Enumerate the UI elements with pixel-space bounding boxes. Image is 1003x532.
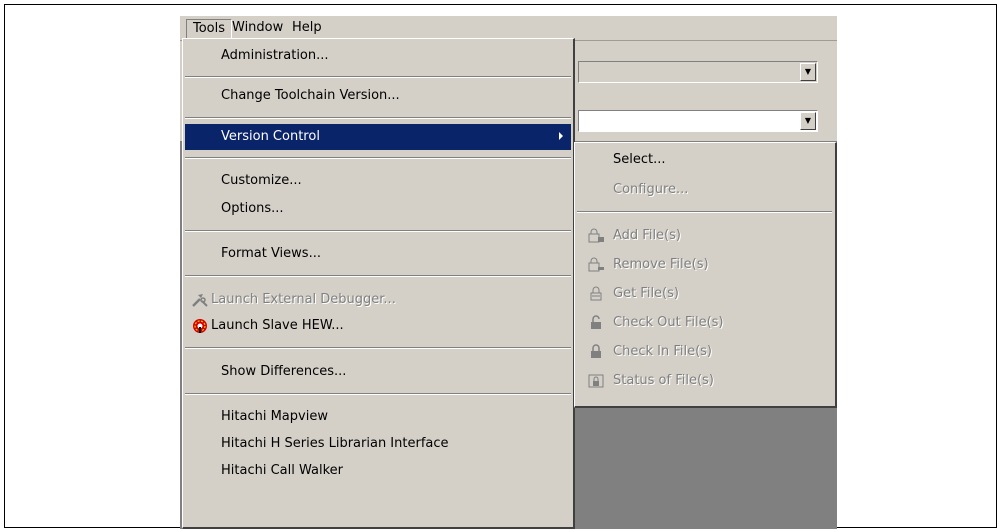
version-control-submenu: Select... Configure... Add File(s) Remov… [574,142,837,408]
menu-separator [185,117,571,119]
session-combo[interactable]: ▼ [578,110,818,132]
submenu-item-label: Select... [613,152,666,167]
submenu-item-status-of-files[interactable]: Status of File(s) [577,369,832,393]
submenu-item-label: Status of File(s) [613,373,714,388]
menu-item-format-views[interactable]: Format Views... [185,242,571,266]
menu-separator [185,275,571,277]
menu-separator [185,76,571,78]
menu-item-launch-external-debugger[interactable]: Launch External Debugger... [185,288,571,312]
menu-item-hitachi-call-walker[interactable]: Hitachi Call Walker [185,459,571,483]
menu-item-version-control[interactable]: Version Control [185,124,571,150]
menu-item-label: Customize... [221,173,302,188]
submenu-item-get-files[interactable]: Get File(s) [577,282,832,306]
remove-file-lock-icon [587,257,605,273]
submenu-item-label: Configure... [613,182,689,197]
menu-item-label: Launch External Debugger... [211,292,396,307]
status-lock-icon [587,373,605,389]
menu-item-label: Hitachi Mapview [221,409,328,424]
submenu-separator [577,211,832,213]
hammer-wrench-icon [191,292,209,308]
menubar-window[interactable]: Window [226,19,289,37]
menu-separator [185,347,571,349]
menu-item-options[interactable]: Options... [185,197,571,221]
menubar-window-label: Window [232,20,284,35]
app-window: Tools Window Help ▼ ▼ Administration... [180,16,837,529]
menu-item-label: Version Control [221,129,320,144]
menubar-help[interactable]: Help [286,19,328,37]
submenu-item-label: Remove File(s) [613,257,709,272]
submenu-item-configure[interactable]: Configure... [577,178,832,202]
submenu-item-check-out-files[interactable]: Check Out File(s) [577,311,832,335]
red-gear-icon [191,318,209,334]
menu-item-label: Hitachi H Series Librarian Interface [221,436,449,451]
menu-item-label: Administration... [221,48,329,63]
screenshot-frame: Tools Window Help ▼ ▼ Administration... [4,4,997,529]
menu-item-customize[interactable]: Customize... [185,169,571,193]
chevron-down-icon[interactable]: ▼ [800,112,816,130]
menu-separator [185,230,571,232]
menu-item-launch-slave-hew[interactable]: Launch Slave HEW... [185,314,571,338]
configuration-combo[interactable]: ▼ [578,61,818,83]
menu-item-hitachi-mapview[interactable]: Hitachi Mapview [185,405,571,429]
submenu-item-select[interactable]: Select... [577,148,832,172]
menu-item-hitachi-librarian[interactable]: Hitachi H Series Librarian Interface [185,432,571,456]
add-file-lock-icon [587,228,605,244]
menubar-tools-label: Tools [193,21,226,36]
submenu-item-label: Check Out File(s) [613,315,724,330]
menu-item-change-toolchain[interactable]: Change Toolchain Version... [185,84,571,108]
submenu-item-add-files[interactable]: Add File(s) [577,224,832,248]
menu-item-show-differences[interactable]: Show Differences... [185,360,571,384]
menu-item-label: Launch Slave HEW... [211,318,344,333]
chevron-down-icon[interactable]: ▼ [800,63,816,81]
tools-menu: Administration... Change Toolchain Versi… [182,38,575,529]
menu-separator [185,393,571,395]
check-in-icon [587,344,605,360]
menu-separator [185,157,571,159]
menu-item-label: Hitachi Call Walker [221,463,343,478]
check-out-icon [587,315,605,331]
submenu-item-label: Add File(s) [613,228,681,243]
submenu-arrow-icon [559,132,563,140]
menu-item-label: Options... [221,201,284,216]
menubar-help-label: Help [292,20,322,35]
menu-item-label: Change Toolchain Version... [221,88,400,103]
submenu-item-label: Get File(s) [613,286,679,301]
menu-item-label: Show Differences... [221,364,347,379]
submenu-item-label: Check In File(s) [613,344,712,359]
menu-item-label: Format Views... [221,246,321,261]
submenu-item-remove-files[interactable]: Remove File(s) [577,253,832,277]
menu-item-administration[interactable]: Administration... [185,44,571,68]
get-file-icon [587,286,605,302]
submenu-item-check-in-files[interactable]: Check In File(s) [577,340,832,364]
